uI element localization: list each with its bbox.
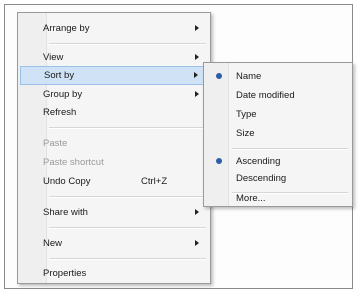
submenu-arrow-icon bbox=[194, 72, 198, 78]
context-menu: Arrange by View Sort by Group by Refresh… bbox=[17, 12, 211, 284]
menu-item-new[interactable]: New bbox=[20, 234, 208, 253]
menu-separator bbox=[49, 227, 206, 229]
menu-separator bbox=[49, 258, 206, 260]
sort-by-submenu: Name Date modified Type Size Ascending D… bbox=[203, 62, 353, 207]
menu-item-label: Share with bbox=[43, 207, 88, 218]
menu-separator bbox=[49, 196, 206, 198]
menu-item-properties[interactable]: Properties bbox=[20, 264, 208, 283]
menu-item-label: Paste shortcut bbox=[43, 157, 104, 168]
submenu-item-label: More... bbox=[236, 193, 266, 204]
sort-option-name[interactable]: Name bbox=[206, 67, 350, 86]
menu-item-label: Arrange by bbox=[43, 23, 90, 34]
menu-item-label: Sort by bbox=[44, 70, 75, 81]
submenu-separator bbox=[232, 148, 348, 150]
menu-item-group-by[interactable]: Group by bbox=[20, 85, 208, 104]
submenu-arrow-icon bbox=[195, 25, 199, 31]
menu-item-paste: Paste bbox=[20, 134, 208, 153]
menu-item-refresh[interactable]: Refresh bbox=[20, 103, 208, 122]
submenu-item-label: Date modified bbox=[236, 90, 295, 101]
menu-item-label: View bbox=[43, 52, 64, 63]
submenu-arrow-icon bbox=[195, 209, 199, 215]
submenu-item-label: Type bbox=[236, 109, 257, 120]
sort-option-date-modified[interactable]: Date modified bbox=[206, 86, 350, 105]
menu-item-shortcut: Ctrl+Z bbox=[141, 176, 168, 187]
menu-item-label: Group by bbox=[43, 89, 83, 100]
submenu-arrow-icon bbox=[195, 91, 199, 97]
menu-item-label: Undo Copy bbox=[43, 176, 91, 187]
menu-separator bbox=[49, 43, 206, 45]
sort-option-type[interactable]: Type bbox=[206, 105, 350, 124]
radio-selected-icon bbox=[216, 158, 222, 164]
menu-item-label: Refresh bbox=[43, 107, 77, 118]
sort-order-descending[interactable]: Descending bbox=[206, 169, 350, 188]
radio-selected-icon bbox=[216, 73, 222, 79]
menu-item-arrange-by[interactable]: Arrange by bbox=[20, 19, 208, 38]
sort-option-size[interactable]: Size bbox=[206, 124, 350, 143]
menu-item-undo-copy[interactable]: Undo Copy Ctrl+Z bbox=[20, 172, 208, 191]
menu-item-label: Paste bbox=[43, 138, 68, 149]
submenu-item-label: Descending bbox=[236, 173, 287, 184]
submenu-arrow-icon bbox=[195, 240, 199, 246]
menu-item-label: Properties bbox=[43, 268, 87, 279]
submenu-arrow-icon bbox=[195, 54, 199, 60]
menu-item-paste-shortcut: Paste shortcut bbox=[20, 153, 208, 172]
menu-item-share-with[interactable]: Share with bbox=[20, 203, 208, 222]
submenu-item-label: Name bbox=[236, 71, 262, 82]
menu-item-label: New bbox=[43, 238, 63, 249]
sort-option-more[interactable]: More... bbox=[206, 189, 350, 208]
submenu-item-label: Size bbox=[236, 128, 255, 139]
menu-separator bbox=[49, 127, 206, 129]
menu-item-sort-by[interactable]: Sort by bbox=[20, 66, 208, 85]
menu-item-view[interactable]: View bbox=[20, 48, 208, 67]
